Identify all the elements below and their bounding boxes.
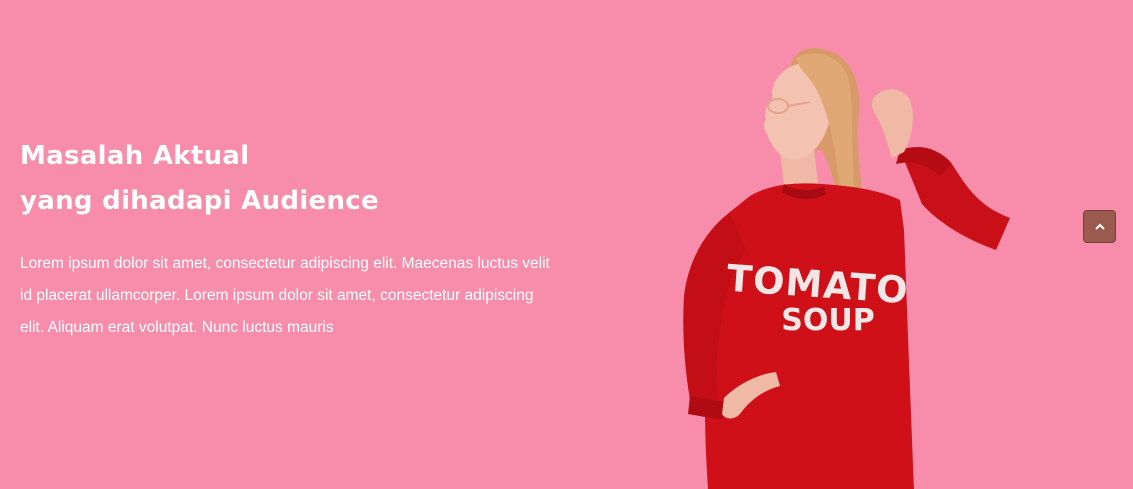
hero-heading: Masalah Aktual yang dihadapi Audience: [20, 134, 560, 224]
hero-photo-woman-red-sweater: TOMATO SOUP: [683, 48, 1010, 489]
hero-body-text: Lorem ipsum dolor sit amet, consectetur …: [20, 255, 550, 336]
hero-text-block: Masalah Aktual yang dihadapi Audience Lo…: [20, 134, 560, 344]
hero-section: Masalah Aktual yang dihadapi Audience Lo…: [0, 0, 1133, 489]
hero-heading-line2: yang dihadapi Audience: [20, 186, 379, 216]
chevron-up-icon: [1094, 223, 1105, 230]
shirt-print-line2: SOUP: [781, 303, 874, 338]
scroll-to-top-button[interactable]: [1083, 210, 1116, 243]
hero-heading-line1: Masalah Aktual: [20, 141, 250, 171]
